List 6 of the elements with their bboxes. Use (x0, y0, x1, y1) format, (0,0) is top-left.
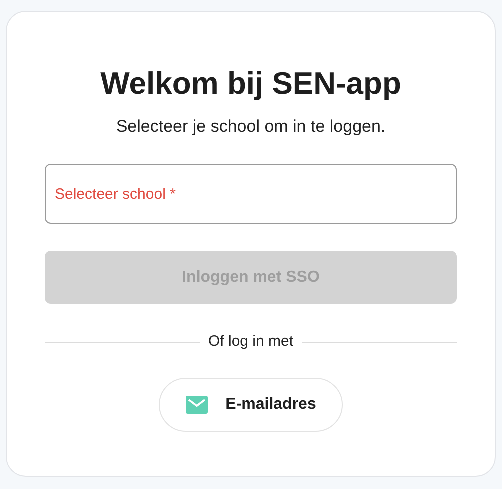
mail-icon (186, 396, 208, 414)
school-select-field[interactable]: Selecteer school * (45, 164, 457, 224)
email-login-button[interactable]: E-mailadres (158, 378, 344, 432)
subtitle: Selecteer je school om in te loggen. (116, 116, 386, 138)
divider-label: Of log in met (208, 332, 294, 352)
page-title: Welkom bij SEN-app (100, 65, 402, 103)
